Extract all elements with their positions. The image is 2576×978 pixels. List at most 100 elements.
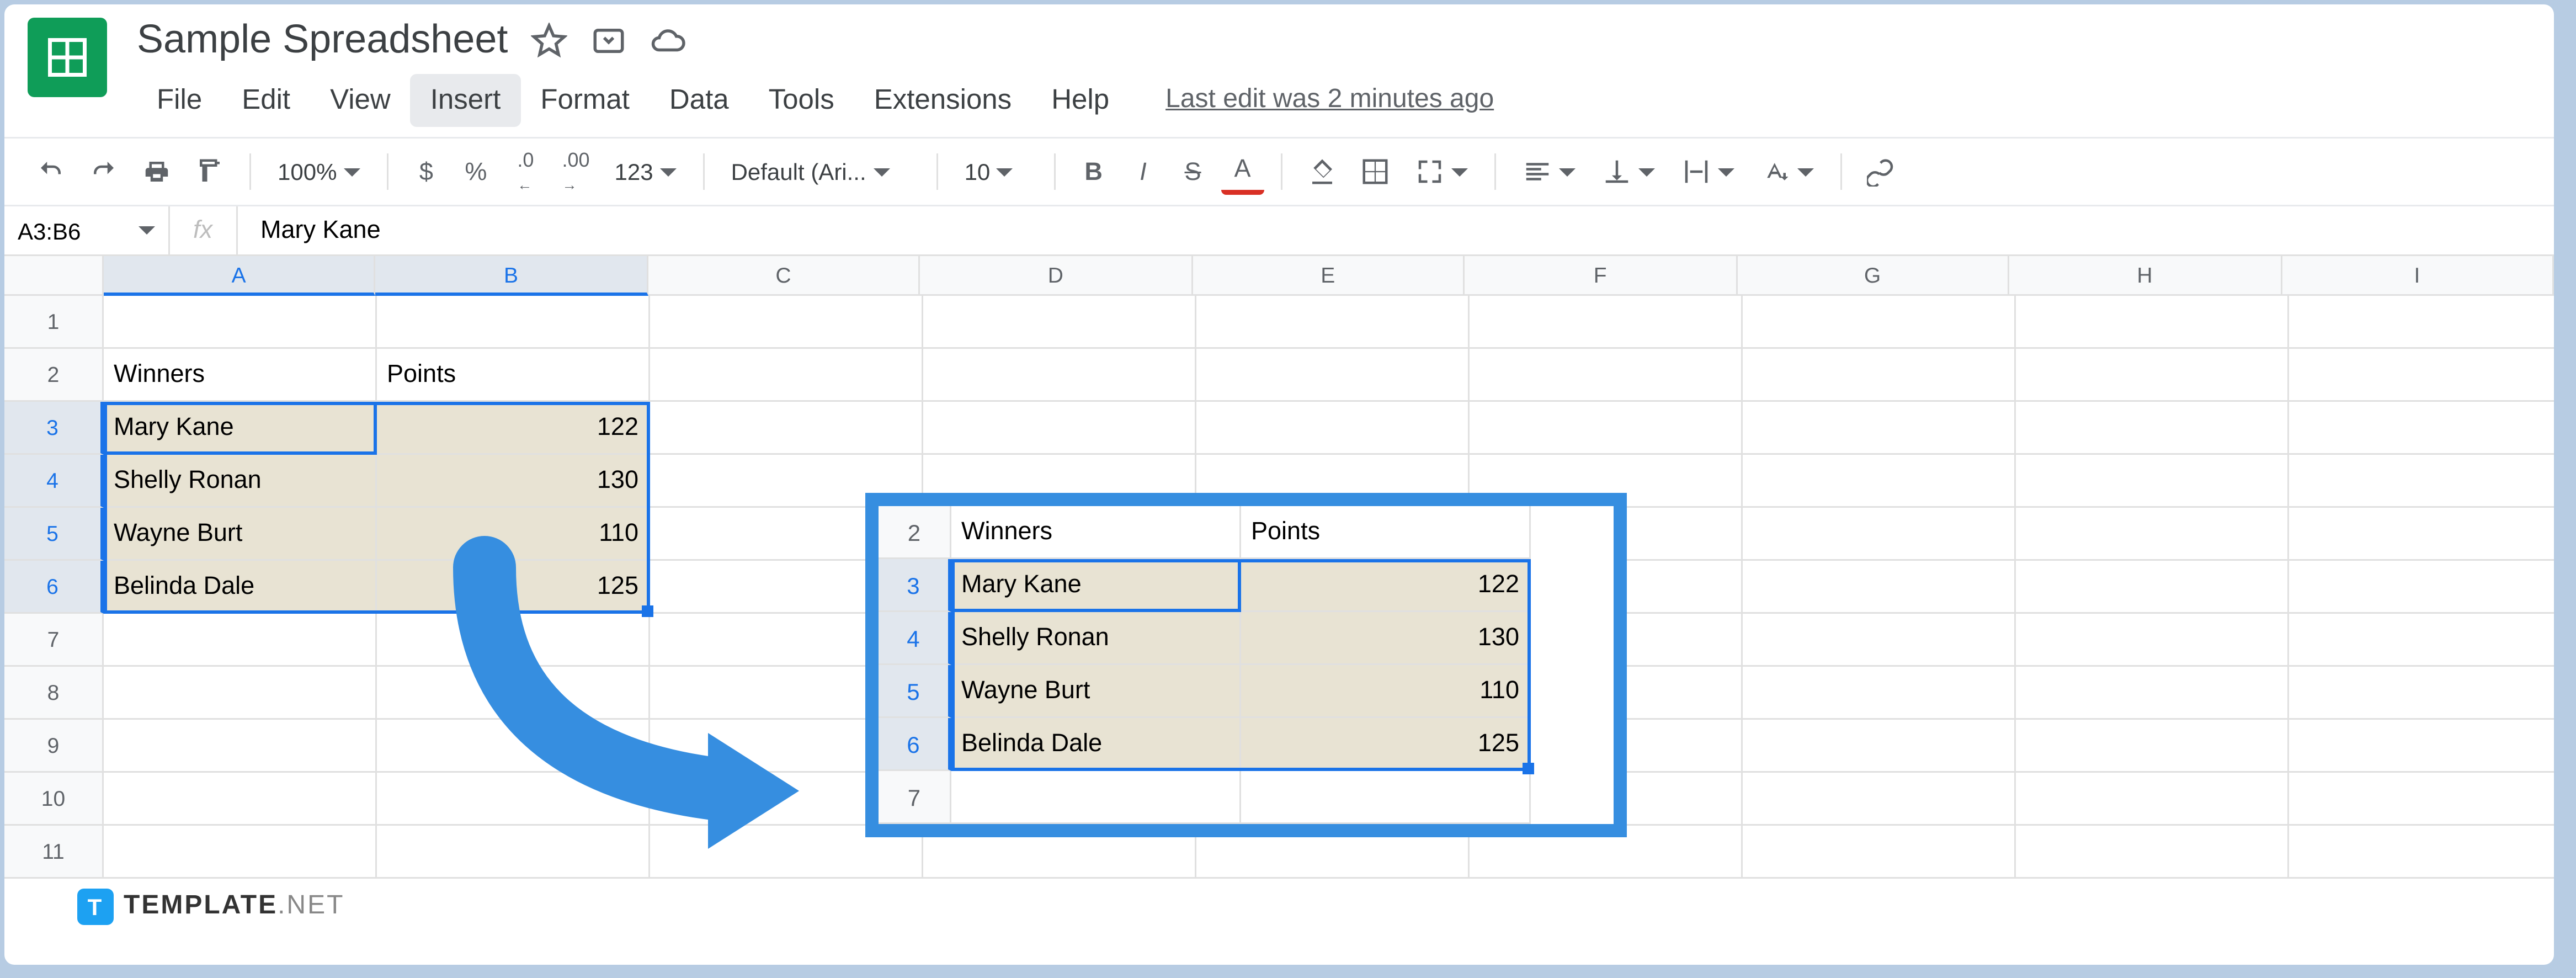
callout-cell-a2: Winners [951, 506, 1241, 559]
borders-button[interactable] [1352, 148, 1398, 195]
col-header-i[interactable]: I [2282, 256, 2554, 296]
row-header-7[interactable]: 7 [4, 614, 104, 667]
cell-b2[interactable]: Points [377, 349, 650, 402]
row-header-4[interactable]: 4 [4, 455, 104, 508]
menu-file[interactable]: File [137, 74, 222, 127]
last-edit-link[interactable]: Last edit was 2 minutes ago [1165, 86, 1494, 115]
cell-a3[interactable]: Mary Kane [104, 402, 377, 455]
row-header-9[interactable]: 9 [4, 720, 104, 773]
cell-a4[interactable]: Shelly Ronan [104, 455, 377, 508]
callout-row-2: 2 [879, 506, 951, 559]
menu-help[interactable]: Help [1031, 74, 1129, 127]
sheets-logo[interactable] [28, 18, 107, 97]
row-header-8[interactable]: 8 [4, 667, 104, 720]
font-dropdown[interactable]: Default (Ari... [721, 148, 920, 195]
font-size-dropdown[interactable]: 10 [955, 148, 1037, 195]
watermark: T TEMPLATE.NET [77, 889, 344, 925]
col-header-f[interactable]: F [1465, 256, 1737, 296]
cell-b4[interactable]: 130 [377, 455, 650, 508]
menu-data[interactable]: Data [650, 74, 749, 127]
col-header-a[interactable]: A [103, 256, 375, 296]
row-header-6[interactable]: 6 [4, 561, 104, 614]
move-icon[interactable] [590, 23, 627, 59]
menu-format[interactable]: Format [520, 74, 650, 127]
undo-button[interactable] [28, 148, 74, 195]
callout-cell-b3: 122 [1241, 559, 1531, 612]
callout-row-3: 3 [879, 559, 951, 612]
row-headers: 1 2 3 4 5 6 7 8 9 10 11 [4, 296, 104, 879]
col-header-g[interactable]: G [1737, 256, 2009, 296]
row-header-11[interactable]: 11 [4, 826, 104, 879]
text-rotation-dropdown[interactable] [1751, 148, 1824, 195]
vertical-align-dropdown[interactable] [1592, 148, 1665, 195]
menu-insert[interactable]: Insert [411, 74, 521, 127]
fill-color-button[interactable] [1299, 148, 1345, 195]
cell-b6[interactable]: 125 [377, 561, 650, 614]
col-header-c[interactable]: C [648, 256, 920, 296]
number-format-dropdown[interactable]: 123 [605, 148, 686, 195]
star-icon[interactable] [531, 23, 567, 59]
cell-a5[interactable]: Wayne Burt [104, 508, 377, 561]
paint-format-button[interactable] [187, 148, 233, 195]
currency-button[interactable]: $ [405, 148, 448, 195]
callout-cell-b6: 125 [1241, 718, 1531, 771]
template-logo-icon: T [77, 889, 114, 925]
callout-cell-b4: 130 [1241, 612, 1531, 665]
horizontal-align-dropdown[interactable] [1513, 148, 1585, 195]
select-all-corner[interactable] [4, 256, 103, 296]
callout-row-4: 4 [879, 612, 951, 665]
header: Sample Spreadsheet File Edit View Insert… [4, 4, 2554, 127]
print-button[interactable] [134, 148, 180, 195]
text-color-button[interactable]: A [1221, 148, 1264, 195]
cell-b5[interactable]: 110 [377, 508, 650, 561]
document-title[interactable]: Sample Spreadsheet [137, 18, 508, 64]
callout-cell-a5: Wayne Burt [951, 665, 1241, 718]
name-box[interactable]: A3:B6 [4, 206, 170, 254]
callout-row-7: 7 [879, 771, 951, 824]
row-header-2[interactable]: 2 [4, 349, 104, 402]
cloud-icon[interactable] [650, 23, 686, 59]
merge-cells-dropdown[interactable] [1405, 148, 1478, 195]
column-headers: A B C D E F G H I [4, 256, 2554, 296]
insert-link-button[interactable] [1859, 148, 1905, 195]
title-area: Sample Spreadsheet File Edit View Insert… [137, 18, 2531, 127]
col-header-b[interactable]: B [376, 256, 648, 296]
formula-bar-input[interactable]: Mary Kane [237, 216, 404, 244]
col-header-h[interactable]: H [2009, 256, 2281, 296]
row-header-10[interactable]: 10 [4, 773, 104, 826]
row-header-3[interactable]: 3 [4, 402, 104, 455]
callout-cell-b2: Points [1241, 506, 1531, 559]
callout-cell-a3: Mary Kane [951, 559, 1241, 612]
redo-button[interactable] [81, 148, 127, 195]
callout-row-5: 5 [879, 665, 951, 718]
menu-tools[interactable]: Tools [749, 74, 854, 127]
cell-a2[interactable]: Winners [104, 349, 377, 402]
col-header-d[interactable]: D [920, 256, 1193, 296]
row-header-5[interactable]: 5 [4, 508, 104, 561]
decrease-decimal-button[interactable]: .0← [504, 148, 547, 195]
menu-extensions[interactable]: Extensions [854, 74, 1032, 127]
toolbar: 100% $ % .0← .00→ 123 Default (Ari... 10… [4, 137, 2554, 206]
percent-button[interactable]: % [454, 148, 497, 195]
callout-cell-a4: Shelly Ronan [951, 612, 1241, 665]
italic-button[interactable]: I [1122, 148, 1165, 195]
callout-cell-a6: Belinda Dale [951, 718, 1241, 771]
app-frame: Sample Spreadsheet File Edit View Insert… [4, 4, 2554, 965]
callout-panel: 2WinnersPoints 3Mary Kane122 4Shelly Ron… [865, 493, 1627, 837]
cell-a6[interactable]: Belinda Dale [104, 561, 377, 614]
row-header-1[interactable]: 1 [4, 296, 104, 349]
callout-cell-a7 [951, 771, 1241, 824]
text-wrap-dropdown[interactable] [1672, 148, 1744, 195]
menu-view[interactable]: View [310, 74, 411, 127]
cell-b3[interactable]: 122 [377, 402, 650, 455]
callout-cell-b5: 110 [1241, 665, 1531, 718]
col-header-e[interactable]: E [1193, 256, 1465, 296]
strikethrough-button[interactable]: S [1172, 148, 1215, 195]
menu-edit[interactable]: Edit [222, 74, 310, 127]
bold-button[interactable]: B [1072, 148, 1115, 195]
formula-bar-row: A3:B6 fx Mary Kane [4, 206, 2554, 256]
zoom-dropdown[interactable]: 100% [268, 148, 370, 195]
callout-cell-b7 [1241, 771, 1531, 824]
increase-decimal-button[interactable]: .00→ [553, 148, 598, 195]
menu-bar: File Edit View Insert Format Data Tools … [137, 74, 2531, 127]
